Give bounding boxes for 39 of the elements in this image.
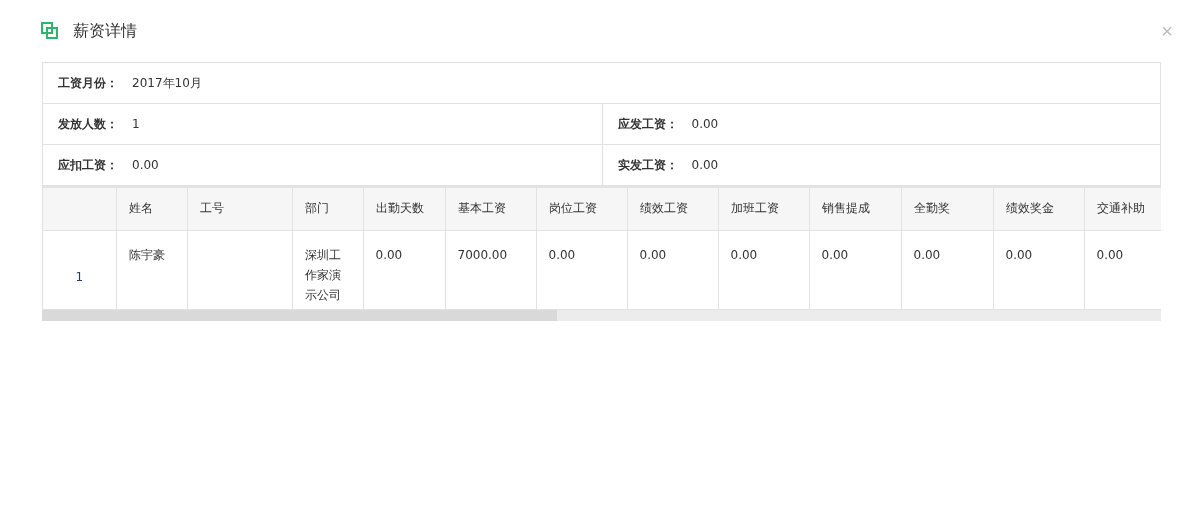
column-header: 岗位工资 [536, 188, 627, 230]
horizontal-scrollbar[interactable] [42, 309, 1161, 321]
table-cell: 深圳工作家演示公司 [292, 230, 363, 309]
table-cell: 0.00 [363, 230, 445, 309]
column-header: 基本工资 [445, 188, 536, 230]
field-value: 0.00 [691, 117, 719, 131]
column-header: 绩效工资 [627, 188, 718, 230]
table-cell: 0.00 [536, 230, 627, 309]
field-value: 0.00 [691, 158, 719, 172]
column-header: 出勤天数 [363, 188, 445, 230]
close-button[interactable]: × [1161, 19, 1173, 43]
column-header: 加班工资 [718, 188, 809, 230]
column-header: 工号 [187, 188, 292, 230]
field-label: 工资月份： [58, 74, 119, 92]
column-header: 全勤奖 [901, 188, 993, 230]
column-header: 交通补助 [1084, 188, 1161, 230]
table-cell: 陈宇豪 [116, 230, 187, 309]
table-cell: 0.00 [901, 230, 993, 309]
column-header: 绩效奖金 [993, 188, 1084, 230]
column-header: 姓名 [116, 188, 187, 230]
table-cell: 0.00 [809, 230, 901, 309]
field-label: 发放人数： [58, 115, 119, 133]
table-cell: 0.00 [718, 230, 809, 309]
field-value: 2017年10月 [132, 74, 202, 92]
field-value: 0.00 [132, 158, 159, 172]
table-cell: 0.00 [627, 230, 718, 309]
dialog-title: 薪资详情 [73, 20, 138, 42]
field-label: 应扣工资： [58, 156, 119, 174]
column-header: 部门 [292, 188, 363, 230]
table-cell: 0.00 [993, 230, 1084, 309]
field-label: 应发工资： [617, 115, 679, 133]
scrollbar-thumb[interactable] [42, 309, 557, 321]
column-header: 销售提成 [809, 188, 901, 230]
table-cell: 0.00 [1084, 230, 1161, 309]
field-label: 实发工资： [617, 156, 679, 174]
row-number: 1 [43, 230, 116, 309]
field-value: 1 [132, 117, 140, 131]
table-cell: 7000.00 [445, 230, 536, 309]
copy-icon [41, 22, 59, 40]
